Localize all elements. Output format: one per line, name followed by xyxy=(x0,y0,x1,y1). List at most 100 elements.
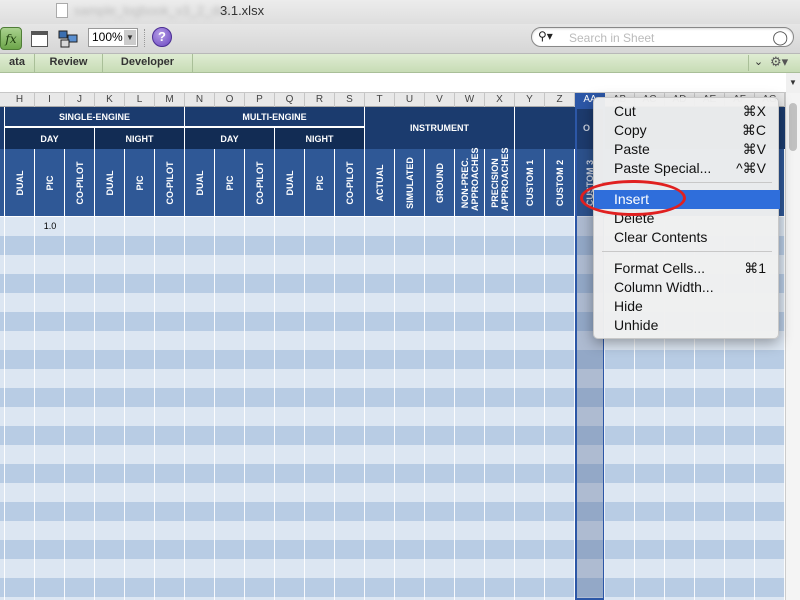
column-header-l[interactable]: L xyxy=(125,93,155,107)
sub-header-label: PRECISION APPROACHES xyxy=(489,146,510,211)
table-row[interactable] xyxy=(0,445,785,464)
column-header-t[interactable]: T xyxy=(365,93,395,107)
menu-item-copy[interactable]: Copy ⌘C xyxy=(594,121,780,140)
grid-line xyxy=(274,217,275,600)
column-header-o[interactable]: O xyxy=(215,93,245,107)
sub-header-6: DUAL xyxy=(185,149,215,216)
sub-header-label: ACTUAL xyxy=(374,164,385,201)
cell-value[interactable]: 1.0 xyxy=(35,217,65,236)
column-header-v[interactable]: V xyxy=(425,93,455,107)
menu-item-label: Clear Contents xyxy=(614,229,708,245)
column-header-x[interactable]: X xyxy=(485,93,515,107)
grid-line xyxy=(124,217,125,600)
sub-header-11: CO-PILOT xyxy=(335,149,365,216)
menu-item-clear-contents[interactable]: Clear Contents xyxy=(594,228,780,247)
sub-header-12: ACTUAL xyxy=(365,149,395,216)
grid-line xyxy=(64,217,65,600)
formula-bar[interactable]: ▼ xyxy=(0,73,800,93)
sub-header-16: PRECISION APPROACHES xyxy=(485,146,515,216)
column-header-p[interactable]: P xyxy=(245,93,275,107)
column-header-z[interactable]: Z xyxy=(545,93,575,107)
column-header-q[interactable]: Q xyxy=(275,93,305,107)
menu-item-format-cells[interactable]: Format Cells... ⌘1 xyxy=(594,259,780,278)
scrollbar-thumb[interactable] xyxy=(789,103,797,151)
grid-line xyxy=(304,217,305,600)
grid-line xyxy=(544,217,545,600)
sub-header-label: DUAL xyxy=(104,170,115,195)
grid-line xyxy=(574,217,575,600)
search-field[interactable]: ⚲▾ ◯ xyxy=(531,27,794,47)
ribbon-collapse-icon[interactable]: ⌄ xyxy=(748,55,768,71)
sub-header-label: PIC xyxy=(224,174,235,191)
column-header-y[interactable]: Y xyxy=(515,93,545,107)
media-browser-icon xyxy=(58,30,78,47)
table-row[interactable] xyxy=(0,559,785,578)
header-multi-engine: MULTI-ENGINE xyxy=(185,107,364,127)
zoom-select[interactable]: 100% ▼ xyxy=(88,28,138,47)
chevron-down-icon[interactable]: ▼ xyxy=(124,30,136,45)
table-row[interactable] xyxy=(0,426,785,445)
menu-item-hide[interactable]: Hide xyxy=(594,297,780,316)
sub-header-13: SIMULATED xyxy=(395,149,425,216)
media-browser-button[interactable] xyxy=(56,27,80,50)
menu-item-unhide[interactable]: Unhide xyxy=(594,316,780,335)
table-row[interactable] xyxy=(0,540,785,559)
grid-line xyxy=(484,217,485,600)
table-row[interactable] xyxy=(0,502,785,521)
header-se-night: NIGHT xyxy=(95,128,184,149)
window-title-blurred: sample_logbook_v3_2_doc_ xyxy=(74,3,240,18)
gear-icon[interactable]: ⚙▾ xyxy=(770,54,788,70)
menu-item-shortcut: ⌘1 xyxy=(744,260,766,276)
column-header-n[interactable]: N xyxy=(185,93,215,107)
column-header-j[interactable]: J xyxy=(65,93,95,107)
sub-header-label: CUSTOM 2 xyxy=(554,159,565,206)
sub-header-18: CUSTOM 2 xyxy=(545,149,575,216)
menu-item-column-width[interactable]: Column Width... xyxy=(594,278,780,297)
column-header-r[interactable]: R xyxy=(305,93,335,107)
table-row[interactable] xyxy=(0,578,785,597)
column-header-h[interactable]: H xyxy=(5,93,35,107)
table-row[interactable] xyxy=(0,388,785,407)
sub-header-label: DUAL xyxy=(14,170,25,195)
menu-item-cut[interactable]: Cut ⌘X xyxy=(594,102,780,121)
menu-item-shortcut: ^⌘V xyxy=(736,160,766,176)
sub-header-14: GROUND xyxy=(425,149,455,216)
column-header-u[interactable]: U xyxy=(395,93,425,107)
insert-function-button[interactable]: fx xyxy=(0,27,22,50)
table-row[interactable] xyxy=(0,407,785,426)
sub-header-label: CO-PILOT xyxy=(164,161,175,204)
header-blank xyxy=(515,107,575,149)
menu-item-paste-special[interactable]: Paste Special... ^⌘V xyxy=(594,159,780,178)
toolbar-separator xyxy=(144,29,145,47)
column-header-m[interactable]: M xyxy=(155,93,185,107)
vertical-scrollbar[interactable] xyxy=(785,93,800,600)
formula-bar-scroll[interactable]: ▼ xyxy=(786,73,800,93)
search-icon[interactable]: ⚲▾ xyxy=(538,29,553,43)
table-row[interactable] xyxy=(0,521,785,540)
search-input[interactable] xyxy=(569,30,779,45)
ribbon-tabs: ata Review Developer ⌄ ⚙▾ xyxy=(0,54,800,73)
grid-line xyxy=(184,217,185,600)
tab-developer[interactable]: Developer xyxy=(103,54,193,72)
context-menu[interactable]: Cut ⌘X Copy ⌘C Paste ⌘V Paste Special... ^⌘V Ins… xyxy=(593,97,780,339)
table-row[interactable] xyxy=(0,483,785,502)
tab-data[interactable]: ata xyxy=(0,54,35,72)
menu-item-paste[interactable]: Paste ⌘V xyxy=(594,140,780,159)
grid-line xyxy=(394,217,395,600)
table-row[interactable] xyxy=(0,369,785,388)
menu-separator xyxy=(602,251,772,252)
table-row[interactable] xyxy=(0,464,785,483)
column-header-w[interactable]: W xyxy=(455,93,485,107)
tab-review[interactable]: Review xyxy=(35,54,103,72)
column-header-k[interactable]: K xyxy=(95,93,125,107)
formula-builder-icon xyxy=(30,30,48,47)
table-row[interactable] xyxy=(0,350,785,369)
column-header-s[interactable]: S xyxy=(335,93,365,107)
grid-line xyxy=(94,217,95,600)
grid-line xyxy=(214,217,215,600)
formula-builder-button[interactable] xyxy=(29,27,49,50)
help-button[interactable]: ? xyxy=(152,27,172,47)
column-header-i[interactable]: I xyxy=(35,93,65,107)
window-title: 3.1.xlsx xyxy=(220,3,265,18)
clear-icon[interactable]: ◯ xyxy=(772,29,788,46)
